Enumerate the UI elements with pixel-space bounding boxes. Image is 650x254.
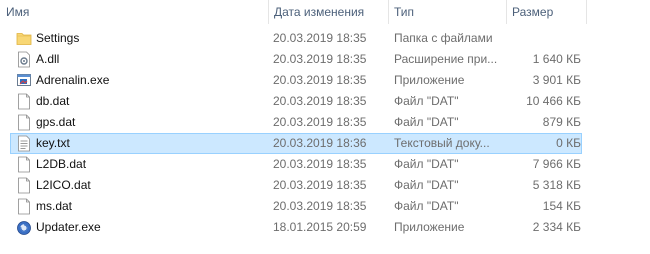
file-row[interactable]: Settings 20.03.2019 18:35 Папка с файлам… <box>10 28 582 49</box>
file-row[interactable]: L2ICO.dat 20.03.2019 18:35 Файл "DAT" 5 … <box>10 175 582 196</box>
file-size: 2 334 КБ <box>532 220 581 234</box>
file-type: Расширение при... <box>394 52 498 66</box>
file-size: 879 КБ <box>542 115 581 129</box>
file-name: L2DB.dat <box>36 157 87 171</box>
file-name: ms.dat <box>36 199 73 213</box>
file-date: 18.01.2015 20:59 <box>273 220 367 234</box>
text-file-icon <box>16 135 32 152</box>
file-type: Приложение <box>394 73 465 87</box>
file-date: 20.03.2019 18:35 <box>273 73 367 87</box>
file-type: Текстовый доку... <box>394 136 490 150</box>
exe-app-icon <box>16 72 32 89</box>
file-name: A.dll <box>36 52 60 66</box>
file-name: db.dat <box>36 94 70 108</box>
file-date: 20.03.2019 18:35 <box>273 94 367 108</box>
file-name: Settings <box>36 31 80 45</box>
updater-app-icon <box>16 219 32 236</box>
column-divider[interactable] <box>586 0 587 24</box>
file-date: 20.03.2019 18:35 <box>273 31 367 45</box>
file-type: Файл "DAT" <box>394 199 459 213</box>
column-header-type[interactable]: Тип <box>388 0 506 24</box>
file-date: 20.03.2019 18:36 <box>273 136 367 150</box>
file-row[interactable]: A.dll 20.03.2019 18:35 Расширение при...… <box>10 49 582 70</box>
file-row[interactable]: Adrenalin.exe 20.03.2019 18:35 Приложени… <box>10 70 582 91</box>
file-row-selected[interactable]: key.txt 20.03.2019 18:36 Текстовый доку.… <box>10 133 582 154</box>
file-row[interactable]: Updater.exe 18.01.2015 20:59 Приложение … <box>10 217 582 238</box>
file-type: Файл "DAT" <box>394 157 459 171</box>
file-type: Файл "DAT" <box>394 178 459 192</box>
blank-file-icon <box>16 93 32 110</box>
blank-file-icon <box>16 177 32 194</box>
file-size: 5 318 КБ <box>532 178 581 192</box>
blank-file-icon <box>16 114 32 131</box>
file-type: Файл "DAT" <box>394 115 459 129</box>
file-size: 7 966 КБ <box>532 157 581 171</box>
file-size: 0 КБ <box>556 136 581 150</box>
file-name: gps.dat <box>36 115 76 129</box>
file-type: Файл "DAT" <box>394 94 459 108</box>
file-size: 154 КБ <box>542 199 581 213</box>
file-date: 20.03.2019 18:35 <box>273 157 367 171</box>
file-date: 20.03.2019 18:35 <box>273 199 367 213</box>
dll-file-icon <box>16 51 32 68</box>
blank-file-icon <box>16 198 32 215</box>
file-type: Приложение <box>394 220 465 234</box>
file-date: 20.03.2019 18:35 <box>273 52 367 66</box>
column-header-size[interactable]: Размер <box>506 0 586 24</box>
folder-icon <box>16 30 32 47</box>
file-row[interactable]: gps.dat 20.03.2019 18:35 Файл "DAT" 879 … <box>10 112 582 133</box>
file-size: 10 466 КБ <box>526 94 581 108</box>
file-row[interactable]: ms.dat 20.03.2019 18:35 Файл "DAT" 154 К… <box>10 196 582 217</box>
file-name: Adrenalin.exe <box>36 73 110 87</box>
file-size: 3 901 КБ <box>532 73 581 87</box>
file-name: key.txt <box>36 136 70 150</box>
column-header-name[interactable]: Имя <box>0 0 268 24</box>
file-name: L2ICO.dat <box>36 178 91 192</box>
file-row[interactable]: L2DB.dat 20.03.2019 18:35 Файл "DAT" 7 9… <box>10 154 582 175</box>
file-row[interactable]: db.dat 20.03.2019 18:35 Файл "DAT" 10 46… <box>10 91 582 112</box>
file-date: 20.03.2019 18:35 <box>273 178 367 192</box>
column-header-bar: Имя Дата изменения Тип Размер <box>0 0 650 24</box>
blank-file-icon <box>16 156 32 173</box>
file-name: Updater.exe <box>36 220 101 234</box>
file-date: 20.03.2019 18:35 <box>273 115 367 129</box>
column-header-date[interactable]: Дата изменения <box>268 0 388 24</box>
file-size: 1 640 КБ <box>532 52 581 66</box>
file-size <box>511 29 583 48</box>
file-type: Папка с файлами <box>394 31 493 45</box>
